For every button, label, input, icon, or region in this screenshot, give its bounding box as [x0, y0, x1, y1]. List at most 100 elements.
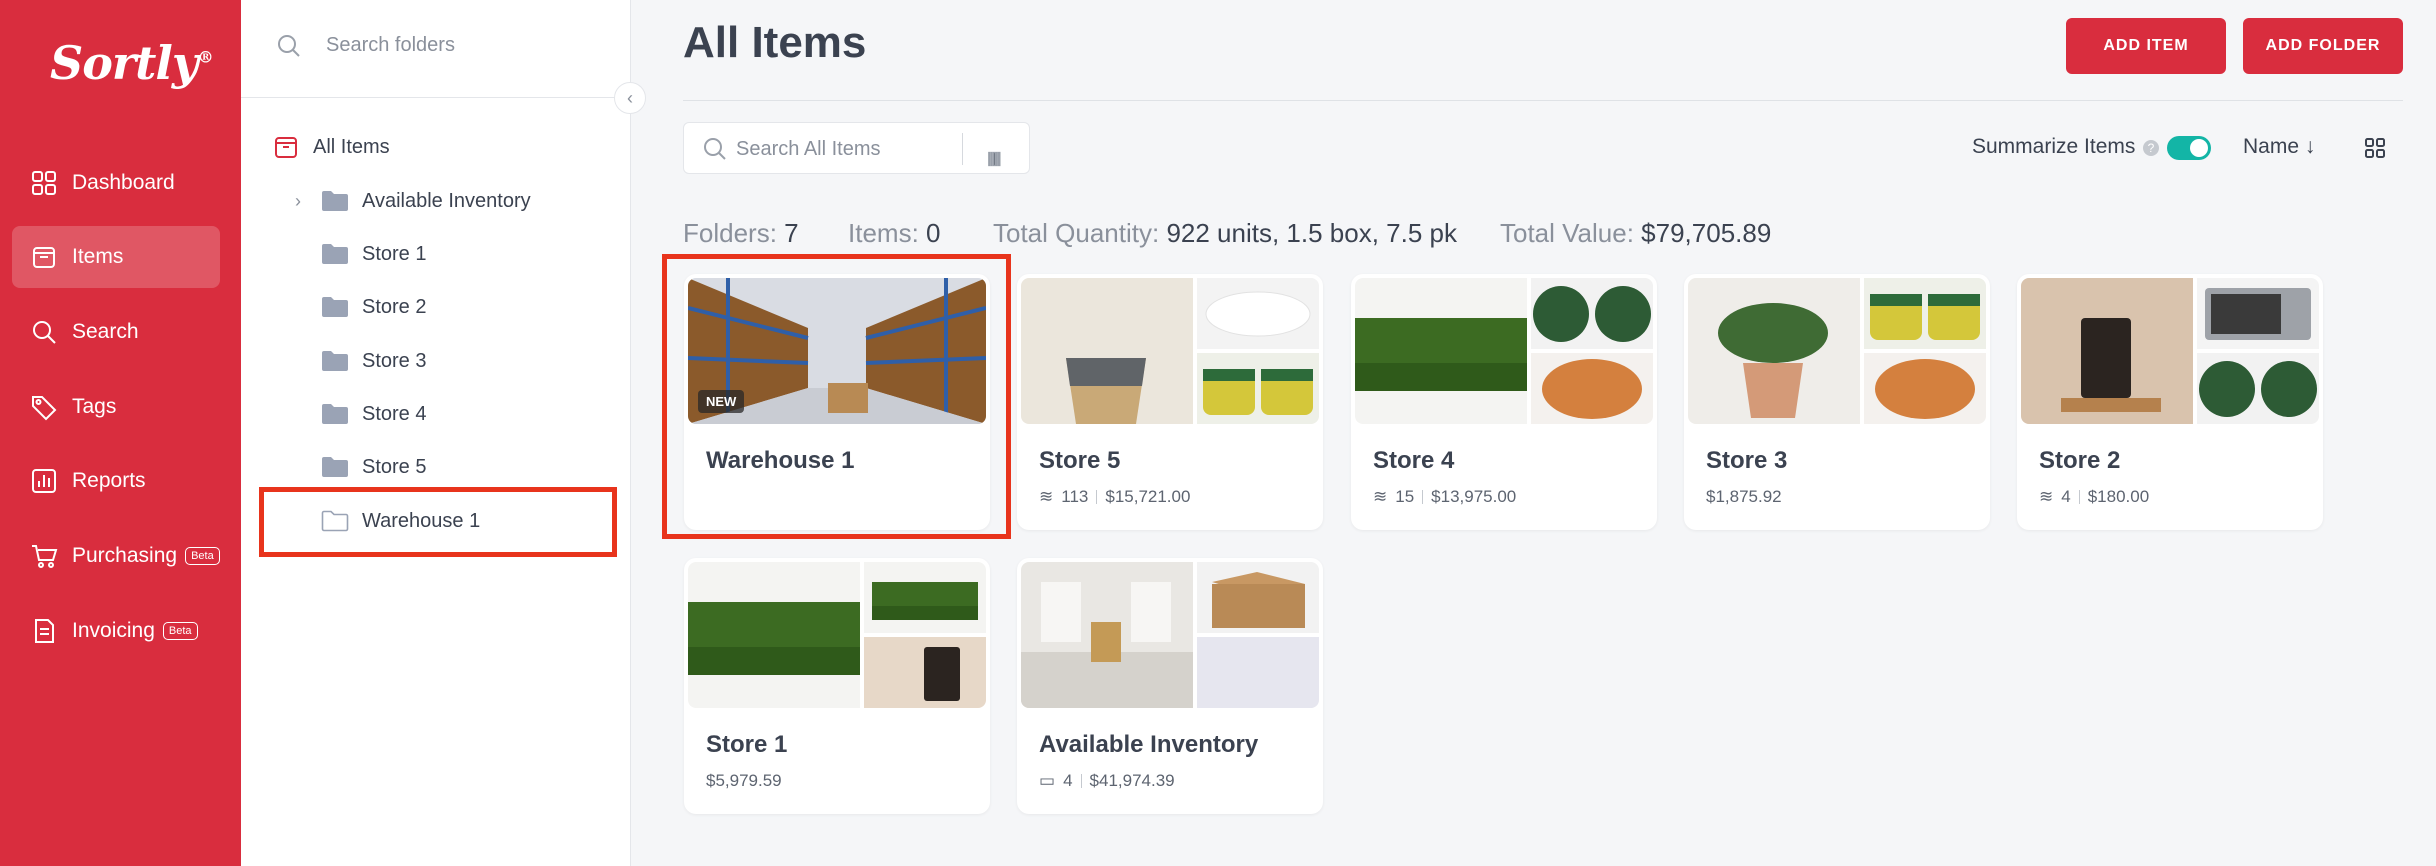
folder-meta: $5,979.59 [706, 771, 782, 790]
main-nav: Sortly® Dashboard Items Search Tags Repo… [0, 0, 241, 866]
page-title: All Items [683, 18, 867, 67]
sofa-image [1355, 278, 1527, 424]
main-content: All Items ADD ITEM ADD FOLDER Summarize … [631, 0, 2436, 866]
chevron-right-icon[interactable]: › [295, 191, 301, 212]
beta-badge: Beta [185, 547, 220, 566]
add-folder-button[interactable]: ADD FOLDER [2243, 18, 2403, 74]
item-search [683, 122, 1030, 174]
folder-card-store-3[interactable]: Store 3 $1,875.92 [1684, 274, 1990, 530]
tree-folder-warehouse-1[interactable]: Warehouse 1 [261, 499, 611, 543]
folder-meta: ▭ 4 $41,974.39 [1039, 771, 1175, 790]
folder-thumbnail [2021, 278, 2319, 424]
barcode-scan-button[interactable] [962, 133, 1002, 167]
folder-name: Store 1 [706, 731, 788, 758]
tag-icon [32, 396, 57, 421]
folder-icon [322, 244, 348, 264]
tree-folder-store-4[interactable]: Store 4 [261, 392, 611, 436]
search-icon [704, 138, 726, 160]
folder-icon [322, 404, 348, 424]
pillow-image [1197, 278, 1319, 349]
toaster-oven-image [2197, 278, 2319, 349]
folder-thumbnail: NEW [688, 278, 986, 424]
invoice-icon [35, 619, 54, 643]
nav-label: Tags [72, 395, 117, 418]
tree-folder-store-3[interactable]: Store 3 [261, 339, 611, 383]
dashboard-icon [32, 171, 56, 195]
folder-meta: ≋ 113 $15,721.00 [1039, 487, 1191, 506]
tree-folder-available-inventory[interactable]: › Available Inventory [261, 179, 611, 223]
folder-thumbnail [1688, 278, 1986, 424]
coasters-image [2197, 353, 2319, 424]
stat-total-value: Total Value: $79,705.89 [1500, 218, 1772, 248]
folder-name: Available Inventory [1039, 731, 1259, 758]
cardboard-box-image [1197, 562, 1319, 633]
nav-search[interactable]: Search [12, 301, 220, 363]
folder-card-store-1[interactable]: Store 1 $5,979.59 [684, 558, 990, 814]
beta-badge: Beta [162, 622, 198, 641]
nav-label: Items [72, 245, 124, 268]
item-search-input[interactable] [736, 131, 946, 167]
folder-card-store-5[interactable]: Store 5 ≋ 113 $15,721.00 [1017, 274, 1323, 530]
folder-thumbnail [1355, 278, 1653, 424]
summarize-toggle[interactable] [2167, 136, 2211, 160]
nav-label: Purchasing Beta [72, 544, 220, 568]
sofa-image [688, 562, 860, 708]
nav-label: Search [72, 320, 139, 343]
summarize-label: Summarize Items [1972, 135, 2136, 158]
stack-icon: ≋ [1373, 487, 1388, 506]
ottoman-image [1531, 353, 1653, 424]
folder-thumbnail [1021, 278, 1319, 424]
search-icon [278, 35, 300, 57]
sofa-image [864, 562, 986, 633]
nav-invoicing[interactable]: Invoicing Beta [12, 600, 220, 662]
folder-card-store-4[interactable]: Store 4 ≋ 15 $13,975.00 [1351, 274, 1657, 530]
tree-folder-store-2[interactable]: Store 2 [261, 285, 611, 329]
ottoman-image [1864, 353, 1986, 424]
stat-total-quantity: Total Quantity: 922 units, 1.5 box, 7.5 … [993, 218, 1457, 248]
folder-meta: ≋ 4 $180.00 [2039, 487, 2150, 506]
folder-icon [322, 351, 348, 371]
tins-image [1864, 278, 1986, 349]
sort-dropdown[interactable]: Name ↓ [2243, 135, 2315, 159]
folder-icon [322, 191, 348, 211]
tree-root-all-items[interactable]: All Items [261, 125, 611, 169]
grid-view-icon[interactable] [2364, 137, 2386, 159]
nav-reports[interactable]: Reports [12, 450, 220, 512]
stack-icon: ≋ [1039, 487, 1054, 506]
nav-items[interactable]: Items [12, 226, 220, 288]
folder-search [241, 0, 631, 98]
search-icon [33, 321, 56, 344]
nav-label: Reports [72, 469, 146, 492]
folder-meta: $1,875.92 [1706, 487, 1782, 506]
placeholder-image [1197, 637, 1319, 708]
kitchen-image [1021, 562, 1193, 708]
folder-card-store-2[interactable]: Store 2 ≋ 4 $180.00 [2017, 274, 2323, 530]
items-icon [275, 137, 297, 158]
folder-search-input[interactable] [326, 25, 606, 65]
nav-tags[interactable]: Tags [12, 376, 220, 438]
nav-label: Dashboard [72, 171, 175, 194]
folder-meta: ≋ 15 $13,975.00 [1373, 487, 1517, 506]
sort-arrow-icon: ↓ [2299, 135, 2316, 158]
folder-thumbnail [1021, 562, 1319, 708]
nav-dashboard[interactable]: Dashboard [12, 152, 220, 214]
folder-icon [322, 457, 348, 477]
nav-label: Invoicing Beta [72, 619, 198, 643]
sortly-logo[interactable]: Sortly® [50, 36, 214, 90]
basket-image [1021, 278, 1193, 424]
barcode-icon [988, 151, 1001, 167]
help-icon[interactable]: ? [2143, 140, 2159, 156]
stack-icon: ≋ [2039, 487, 2054, 506]
french-press-image [2021, 278, 2193, 424]
folder-card-available-inventory[interactable]: Available Inventory ▭ 4 $41,974.39 [1017, 558, 1323, 814]
folder-panel: ‹ All Items › Available Inventory Store … [241, 0, 646, 866]
stat-items: Items: 0 [848, 218, 941, 248]
tree-folder-store-5[interactable]: Store 5 [261, 445, 611, 489]
nav-purchasing[interactable]: Purchasing Beta [12, 525, 220, 587]
folder-card-warehouse-1[interactable]: NEW Warehouse 1 [684, 274, 990, 530]
tree-folder-store-1[interactable]: Store 1 [261, 232, 611, 276]
add-item-button[interactable]: ADD ITEM [2066, 18, 2226, 74]
french-press-image [864, 637, 986, 708]
cart-icon [32, 545, 58, 568]
folder-icon [322, 297, 348, 317]
